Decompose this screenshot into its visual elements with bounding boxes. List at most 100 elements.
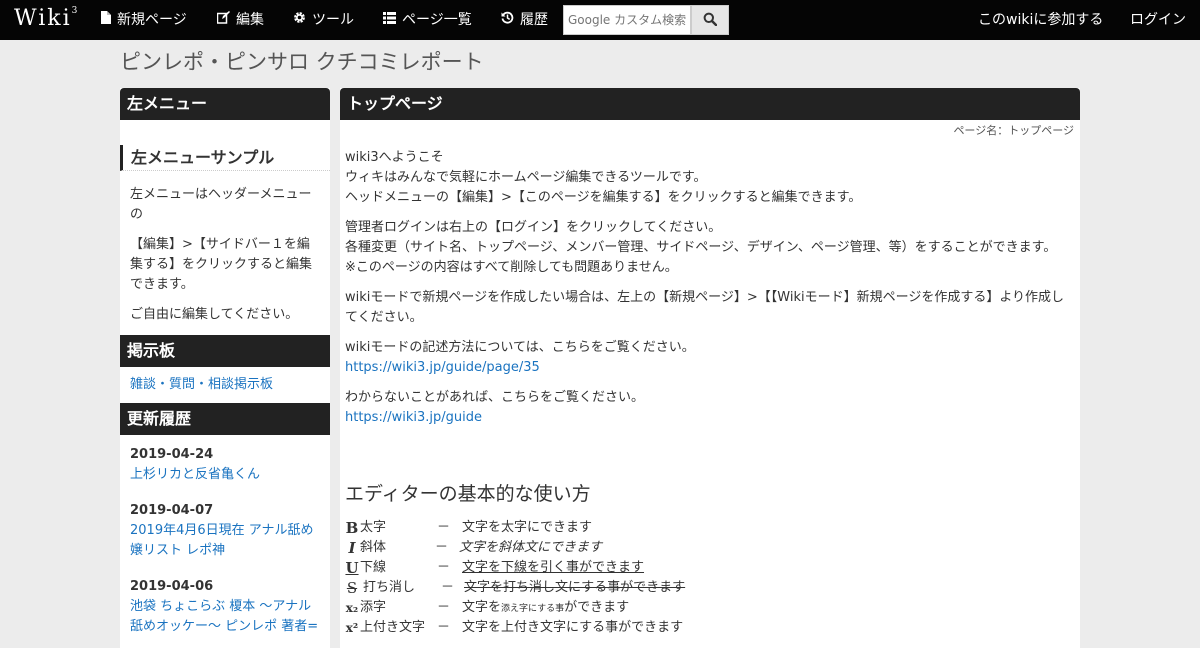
text-line: 管理者ログインは右上の【ログイン】をクリックしてください。 [345,220,722,235]
subscript-icon: x₂ [345,601,359,615]
format-row-bold: B 太字 － 文字を太字にできます [345,518,1075,538]
format-name: 太字 [360,520,387,535]
history-link[interactable]: 上杉リカと反省亀くん [130,465,320,485]
format-row-underline: U 下線 － 文字を下線を引く事ができます [345,558,1075,578]
admin-paragraph: 管理者ログインは右上の【ログイン】をクリックしてください。 各種変更（サイト名、… [345,218,1075,278]
text-line: わからないことがあれば、こちらをご覧ください。 [345,390,645,405]
main-content: トップページ ページ名：トップページ wiki3へようこそ ウィキはみんなで気軽… [340,88,1080,648]
history-list: 2019-04-24 上杉リカと反省亀くん 2019-04-07 2019年4月… [120,435,330,637]
italic-icon: I [348,539,356,557]
board-link[interactable]: 雑談・質問・相談掲示板 [130,377,273,392]
format-desc: 文字を添え字にする事ができます [462,598,629,619]
left-sidebar: 左メニュー 左メニューサンプル 左メニューはヘッダーメニューの 【編集】>【サイ… [120,88,330,648]
format-name: 上付き文字 [360,620,426,635]
format-list: B 太字 － 文字を太字にできます I 斜体 － 文字を斜体文にできます U 下… [345,518,1075,638]
nav-new-page[interactable]: 新規ページ [100,0,187,40]
format-desc: 文字を斜体文にできます [459,540,603,555]
sidebar-paragraph: 左メニューはヘッダーメニューの [130,187,312,222]
guide-paragraph: wikiモードの記述方法については、こちらをご覧ください。 https://wi… [345,338,1075,378]
format-dash: － [437,560,451,575]
format-name: 斜体 [360,540,387,555]
nav-tools[interactable]: ツール [293,0,354,40]
history-date: 2019-04-07 [130,503,214,518]
wiki-logo[interactable]: Wiki3 [14,6,77,31]
help-paragraph: わからないことがあれば、こちらをご覧ください。 https://wiki3.jp… [345,388,1075,428]
nav-edit-label: 編集 [236,12,264,28]
history-icon [501,1,514,41]
superscript-icon: x² [345,621,359,635]
format-dash: － [437,620,451,635]
history-link[interactable]: 2019年4月6日現在 アナル舐め嬢リスト レポ神 [130,521,320,561]
text-line: ウィキはみんなで気軽にホームページ編集できるツールです。 [345,170,707,185]
history-item: 2019-04-24 上杉リカと反省亀くん [130,445,320,485]
desc-part: 文字を [462,600,502,615]
underline-icon: U [345,559,359,577]
text-line: ヘッドメニューの【編集】>【このページを編集する】をクリックすると編集できます。 [345,190,862,205]
format-desc: 文字を打ち消し文にする事ができます [464,580,686,595]
format-desc: 文字を上付き文字にする事ができます [462,620,684,635]
format-dash: － [437,600,451,615]
nav-tools-label: ツール [312,12,354,28]
join-wiki-link[interactable]: このwikiに参加する [978,0,1103,40]
text-line: 各種変更（サイト名、トップページ、メンバー管理、サイドページ、デザイン、ページ管… [345,240,1057,255]
history-link[interactable]: 池袋 ちょこらぶ 榎本 ～アナル舐めオッケー～ ピンレポ 著者= [130,597,320,637]
format-name: 打ち消し [363,580,416,595]
format-desc: 文字を下線を引く事ができます [462,560,645,575]
file-icon [100,1,111,41]
sidebar-menu-header: 左メニュー [120,88,330,120]
gear-icon [293,1,306,41]
format-name: 下線 [360,560,387,575]
guide-page-link[interactable]: https://wiki3.jp/guide/page/35 [345,360,540,375]
page-header: トップページ [340,88,1080,120]
nav-history-label: 履歴 [520,12,548,28]
wiki-mode-paragraph: wikiモードで新規ページを作成したい場合は、左上の【新規ページ】>【【Wiki… [345,290,1065,325]
format-dash: － [441,580,455,595]
sidebar-subheading: 左メニューサンプル [120,145,330,171]
login-link[interactable]: ログイン [1130,0,1186,40]
format-row-subscript: x₂ 添字 － 文字を添え字にする事ができます [345,598,1075,618]
format-desc: 文字を太字にできます [462,520,593,535]
format-row-italic: I 斜体 － 文字を斜体文にできます [345,538,1075,558]
format-name: 添字 [360,600,387,615]
format-dash: － [437,520,451,535]
search-input[interactable] [563,5,691,35]
strikethrough-icon: S [346,579,358,597]
list-icon [383,1,396,41]
board-section: 雑談・質問・相談掲示板 [120,367,330,403]
search-box [563,5,729,35]
history-date: 2019-04-06 [130,579,214,594]
editor-section-title: エディターの基本的な使い方 [345,483,591,505]
text-line: ※このページの内容はすべて削除しても問題ありません。 [345,260,678,275]
history-header: 更新履歴 [120,403,330,435]
history-item: 2019-04-07 2019年4月6日現在 アナル舐め嬢リスト レポ神 [130,501,320,561]
desc-subscript-part: 添え字にする事 [501,604,565,614]
intro-paragraph: wiki3へようこそ ウィキはみんなで気軽にホームページ編集できるツールです。 … [345,148,1075,208]
text-line: wiki3へようこそ [345,150,444,165]
history-item: 2019-04-06 池袋 ちょこらぶ 榎本 ～アナル舐めオッケー～ ピンレポ … [130,577,320,637]
guide-link[interactable]: https://wiki3.jp/guide [345,410,482,425]
search-button[interactable] [691,5,729,35]
sidebar-paragraph: ご自由に編集してください。 [130,307,299,322]
format-row-superscript: x² 上付き文字 － 文字を上付き文字にする事ができます [345,618,1075,638]
page-body: wiki3へようこそ ウィキはみんなで気軽にホームページ編集できるツールです。 … [340,138,1080,638]
text-line: wikiモードの記述方法については、こちらをご覧ください。 [345,340,695,355]
nav-page-list-label: ページ一覧 [402,12,472,28]
page-name-label: ページ名：トップページ [953,124,1074,137]
site-title[interactable]: ピンレポ・ピンサロ クチコミレポート [120,46,484,76]
bold-icon: B [345,519,359,537]
history-date: 2019-04-24 [130,447,214,462]
board-header: 掲示板 [120,335,330,367]
brand-text: Wiki [14,6,72,31]
brand-sup: 3 [71,5,78,16]
format-row-strike: S 打ち消し － 文字を打ち消し文にする事ができます [345,578,1075,598]
nav-history[interactable]: 履歴 [501,0,548,40]
sidebar-text: 左メニューはヘッダーメニューの 【編集】>【サイドバー１を編集する】をクリックす… [120,171,330,325]
sidebar-paragraph: 【編集】>【サイドバー１を編集する】をクリックすると編集できます。 [130,237,313,292]
nav-new-page-label: 新規ページ [117,12,187,28]
nav-edit[interactable]: 編集 [216,0,264,41]
search-icon [703,11,718,30]
edit-icon [216,1,230,41]
format-dash: － [435,540,449,555]
desc-part: ができます [564,600,630,615]
nav-page-list[interactable]: ページ一覧 [383,0,472,40]
